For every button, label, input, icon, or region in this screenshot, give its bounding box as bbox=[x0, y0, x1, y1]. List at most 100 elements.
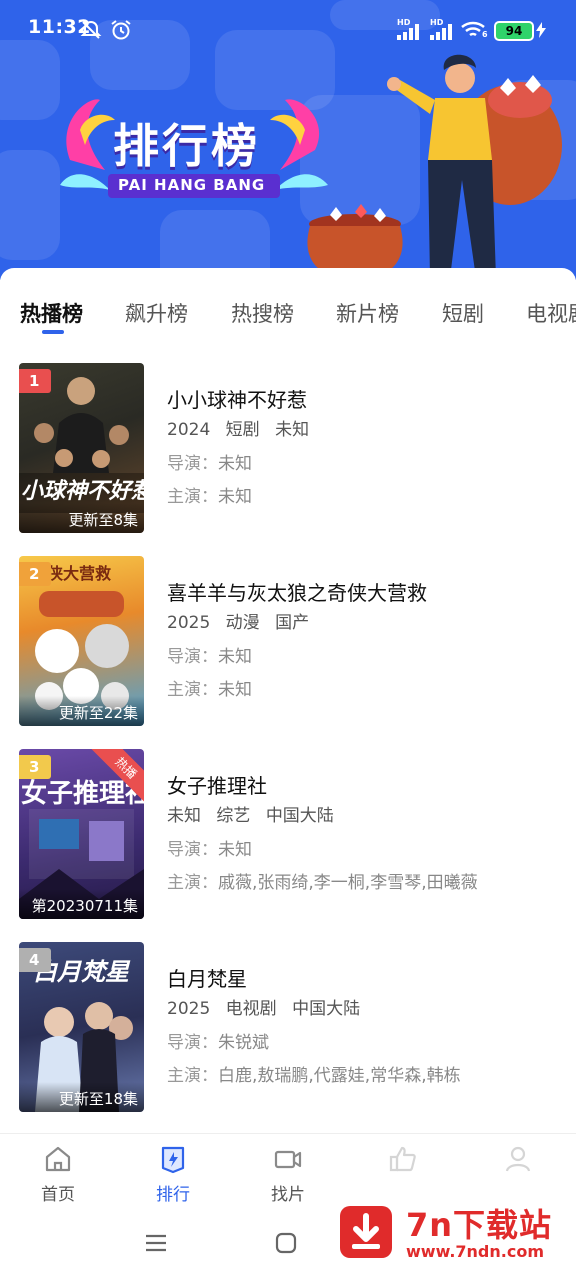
wifi-label: 6 bbox=[482, 30, 488, 39]
item-region: 中国大陆 bbox=[265, 806, 334, 826]
item-cast: 主演：未知 bbox=[167, 481, 567, 513]
episode-badge: 更新至8集 bbox=[19, 503, 144, 533]
episode-badge: 第20230711集 bbox=[19, 889, 144, 919]
tab-hot-play[interactable]: 热播榜 bbox=[20, 298, 83, 328]
item-title[interactable]: 喜羊羊与灰太狼之奇侠大营救 bbox=[167, 578, 567, 608]
rank-badge: 4 bbox=[19, 948, 51, 972]
item-director: 导演：未知 bbox=[167, 641, 567, 673]
rank-badge: 3 bbox=[19, 755, 51, 779]
video-camera-icon bbox=[274, 1150, 302, 1169]
person-illustration bbox=[387, 54, 562, 278]
item-director: 导演：朱锐斌 bbox=[167, 1027, 567, 1059]
rank-tabs: 热播榜 飙升榜 热搜榜 新片榜 短剧 电视剧 bbox=[0, 268, 576, 342]
watermark-title: 7n下载站 bbox=[406, 1206, 553, 1244]
battery-indicator: 94 bbox=[494, 21, 534, 41]
tab-tv-series[interactable]: 电视剧 bbox=[526, 298, 576, 328]
poster-title-art: 小球神不好惹 bbox=[21, 479, 144, 504]
cast-value: 戚薇,张雨绮,李一桐,李雪琴,田曦薇 bbox=[218, 873, 478, 893]
item-year: 2025 bbox=[167, 999, 211, 1019]
alarm-icon bbox=[111, 20, 131, 40]
rank-badge: 1 bbox=[19, 369, 51, 393]
item-meta: 未知 综艺 中国大陆 bbox=[167, 803, 567, 829]
poster-image[interactable]: 白月梵星 4 更新至18集 bbox=[19, 942, 144, 1112]
item-year: 2025 bbox=[167, 613, 211, 633]
list-item[interactable]: 白月梵星 4 更新至18集 白月梵星 2025 电视剧 中国大陆 导演：朱锐斌 … bbox=[0, 942, 576, 1117]
item-year: 2024 bbox=[167, 420, 211, 440]
item-title[interactable]: 小小球神不好惹 bbox=[167, 385, 567, 415]
mute-icon bbox=[80, 20, 102, 39]
episode-badge: 更新至18集 bbox=[19, 1082, 144, 1112]
nav-like[interactable] bbox=[363, 1144, 443, 1180]
poster-image[interactable]: 奇侠大营救 2 更新至22集 bbox=[19, 556, 144, 726]
banner-subtitle: PAI HANG BANG bbox=[118, 176, 266, 194]
banner-title: 排行榜 bbox=[113, 119, 260, 173]
menu-icon[interactable] bbox=[144, 1231, 168, 1255]
item-genre: 电视剧 bbox=[225, 999, 277, 1019]
poster-image[interactable]: 女子推理社 热播 3 第20230711集 bbox=[19, 749, 144, 919]
home-icon bbox=[45, 1146, 71, 1172]
cast-label: 主演： bbox=[167, 873, 218, 893]
list-item[interactable]: 奇侠大营救 2 更新至22集 喜羊羊与灰太狼之奇侠大营救 2025 动漫 国产 … bbox=[0, 556, 576, 731]
item-title[interactable]: 女子推理社 bbox=[167, 771, 567, 801]
item-meta: 2025 动漫 国产 bbox=[167, 610, 567, 636]
item-genre: 短剧 bbox=[225, 420, 260, 440]
director-value: 未知 bbox=[218, 840, 252, 860]
item-title[interactable]: 白月梵星 bbox=[167, 964, 567, 994]
item-meta: 2024 短剧 未知 bbox=[167, 417, 567, 443]
banner-tile bbox=[0, 150, 60, 260]
banner: 11:32 HD HD 6 94 排行榜 PAI HANG BANG bbox=[0, 0, 576, 280]
item-genre: 动漫 bbox=[225, 613, 260, 633]
director-label: 导演： bbox=[167, 647, 218, 667]
download-logo-icon bbox=[340, 1206, 392, 1258]
active-tab-indicator bbox=[42, 330, 64, 334]
nav-find-film[interactable]: 找片 bbox=[248, 1144, 328, 1205]
nav-home[interactable]: 首页 bbox=[18, 1144, 98, 1205]
watermark: 7n下载站 www.7ndn.com bbox=[322, 1194, 576, 1276]
item-cast: 主演：戚薇,张雨绮,李一桐,李雪琴,田曦薇 bbox=[167, 867, 567, 899]
rank-badge: 2 bbox=[19, 562, 51, 586]
item-director: 导演：未知 bbox=[167, 448, 567, 480]
watermark-url: www.7ndn.com bbox=[406, 1242, 544, 1261]
cast-value: 未知 bbox=[218, 680, 252, 700]
rank-icon bbox=[161, 1146, 185, 1174]
episode-badge: 更新至22集 bbox=[19, 696, 144, 726]
user-icon bbox=[505, 1146, 531, 1172]
item-year: 未知 bbox=[167, 806, 201, 826]
nav-find-film-label: 找片 bbox=[271, 1185, 305, 1205]
item-region: 中国大陆 bbox=[292, 999, 361, 1019]
nav-rank-label: 排行 bbox=[156, 1185, 190, 1205]
tab-new-release[interactable]: 新片榜 bbox=[336, 298, 399, 328]
director-value: 未知 bbox=[218, 647, 252, 667]
item-director: 导演：未知 bbox=[167, 834, 567, 866]
tab-short-drama[interactable]: 短剧 bbox=[442, 298, 484, 328]
item-genre: 综艺 bbox=[216, 806, 251, 826]
poster-image[interactable]: 小球神不好惹 1 更新至8集 bbox=[19, 363, 144, 533]
item-region: 未知 bbox=[275, 420, 310, 440]
cast-value: 白鹿,敖瑞鹏,代露娃,常华森,韩栋 bbox=[218, 1066, 461, 1086]
signal-icon bbox=[430, 24, 452, 40]
item-region: 国产 bbox=[275, 613, 310, 633]
cast-label: 主演： bbox=[167, 1066, 218, 1086]
signal-icon bbox=[397, 24, 419, 40]
director-label: 导演： bbox=[167, 1033, 218, 1053]
nav-rank[interactable]: 排行 bbox=[133, 1144, 213, 1205]
director-value: 未知 bbox=[218, 454, 252, 474]
cast-label: 主演： bbox=[167, 680, 218, 700]
tab-hot-search[interactable]: 热搜榜 bbox=[231, 298, 294, 328]
item-cast: 主演：白鹿,敖瑞鹏,代露娃,常华森,韩栋 bbox=[167, 1060, 567, 1092]
home-button-icon[interactable] bbox=[274, 1231, 298, 1255]
charging-icon bbox=[536, 22, 546, 38]
cast-value: 未知 bbox=[218, 487, 252, 507]
item-meta: 2025 电视剧 中国大陆 bbox=[167, 996, 567, 1022]
list-item[interactable]: 小球神不好惹 1 更新至8集 小小球神不好惹 2024 短剧 未知 导演：未知 … bbox=[0, 363, 576, 538]
tab-rising[interactable]: 飙升榜 bbox=[125, 298, 188, 328]
director-label: 导演： bbox=[167, 454, 218, 474]
nav-profile[interactable] bbox=[478, 1144, 558, 1180]
cast-label: 主演： bbox=[167, 487, 218, 507]
director-label: 导演： bbox=[167, 840, 218, 860]
item-cast: 主演：未知 bbox=[167, 674, 567, 706]
list-item[interactable]: 女子推理社 热播 3 第20230711集 女子推理社 未知 综艺 中国大陆 导… bbox=[0, 749, 576, 924]
nav-home-label: 首页 bbox=[41, 1185, 75, 1205]
thumbs-up-icon bbox=[389, 1146, 416, 1172]
director-value: 朱锐斌 bbox=[218, 1033, 269, 1053]
